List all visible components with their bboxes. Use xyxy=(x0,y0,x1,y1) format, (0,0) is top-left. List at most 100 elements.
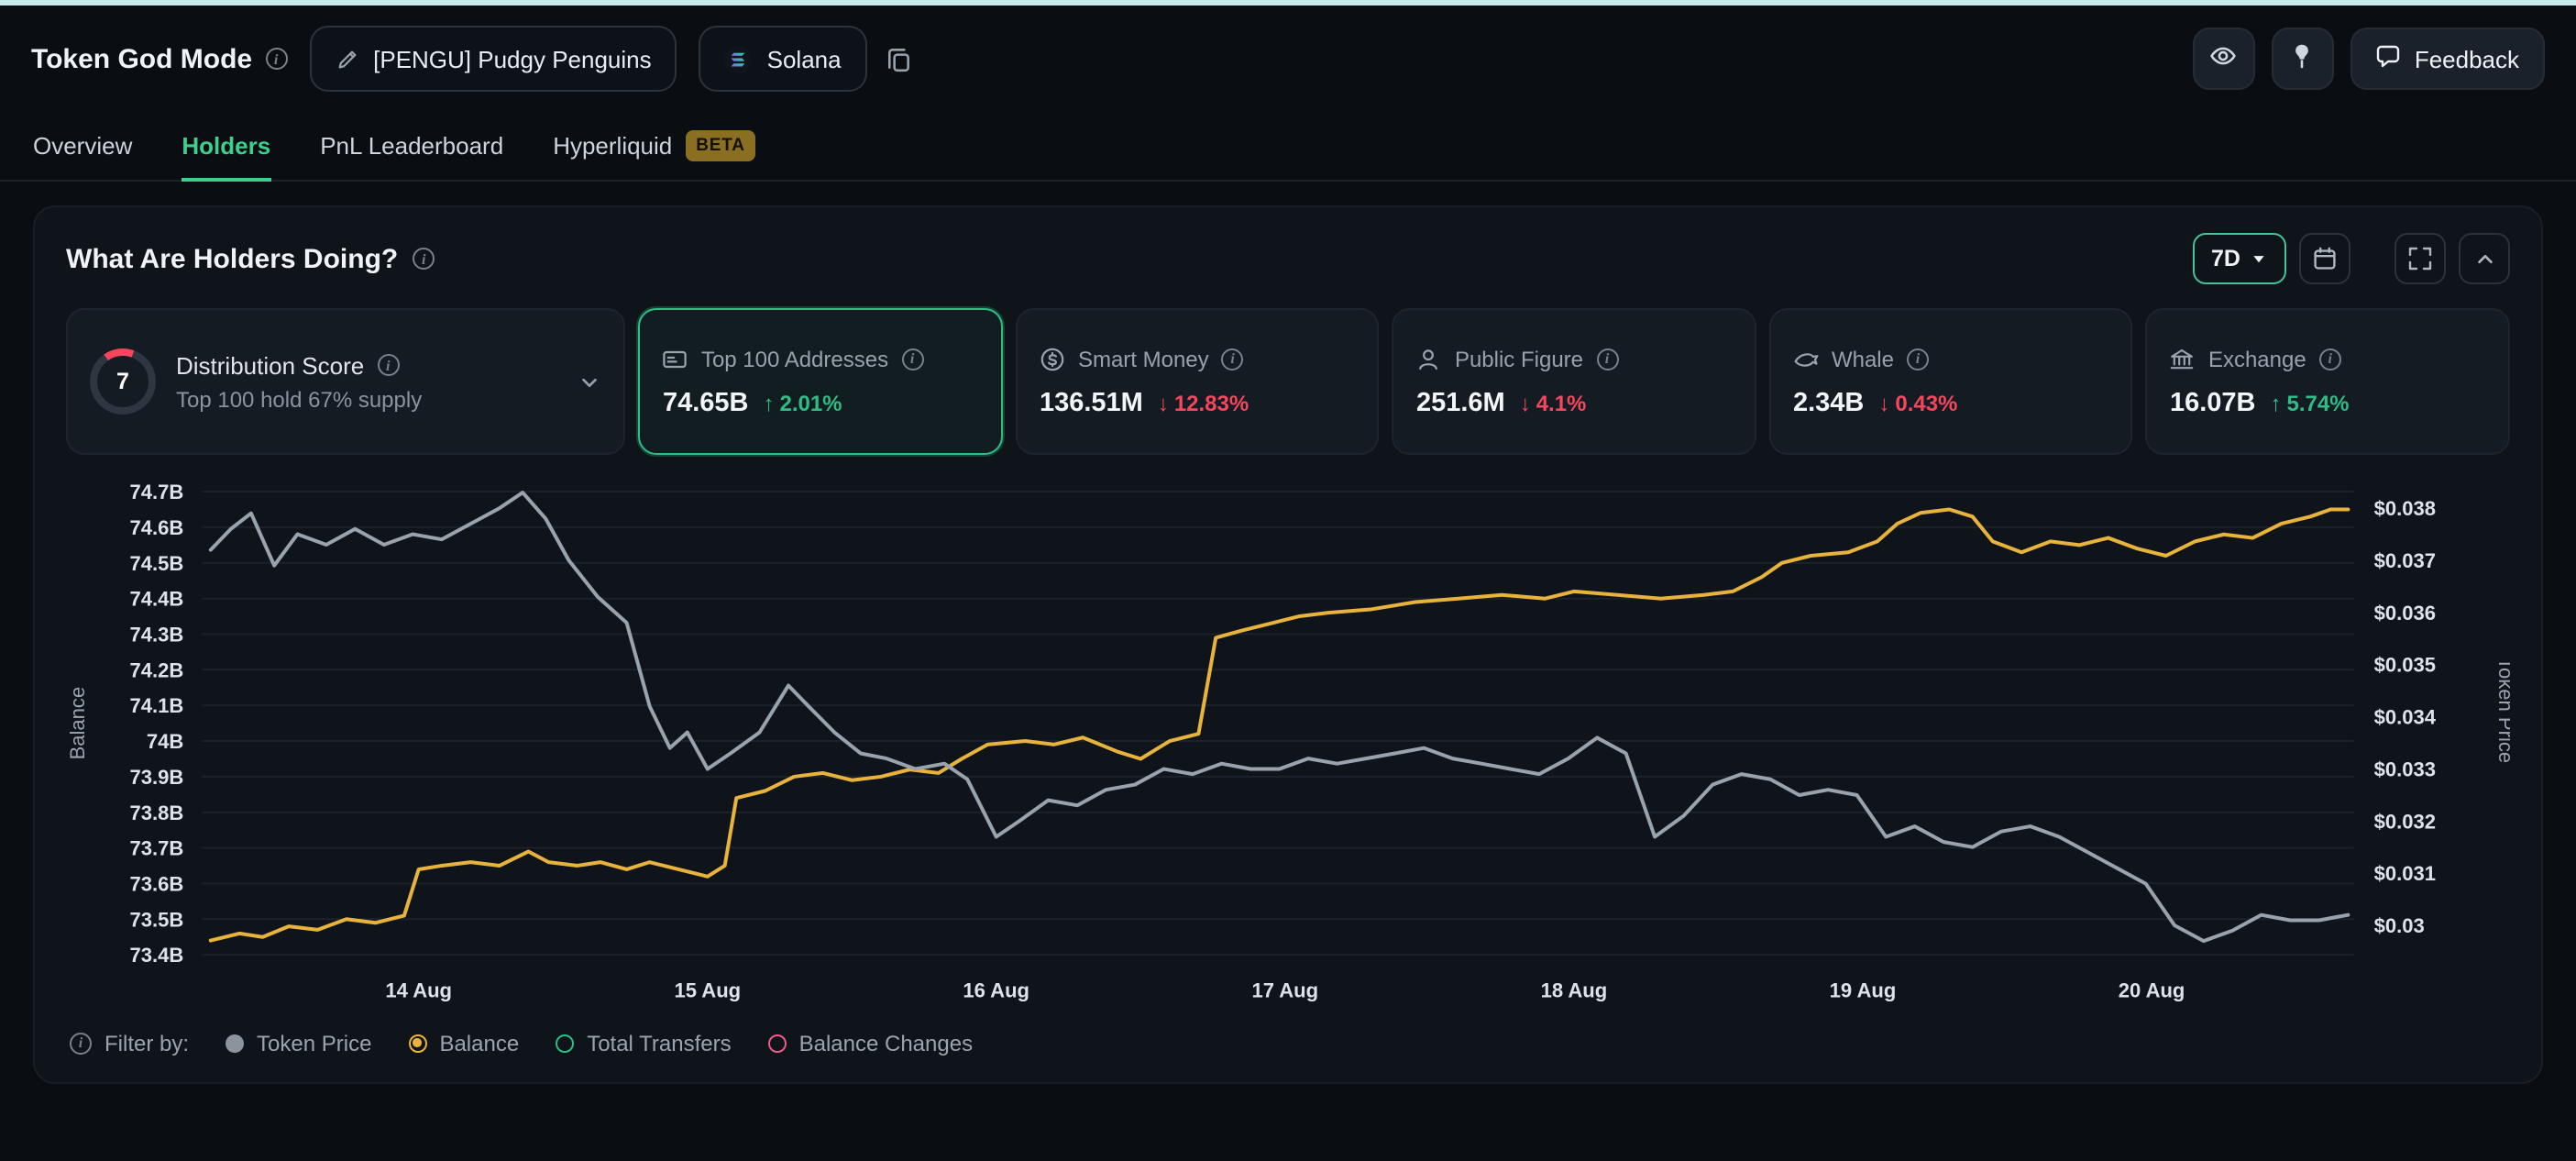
total-transfers-marker xyxy=(556,1034,574,1052)
info-icon[interactable] xyxy=(265,48,287,70)
copy-icon[interactable] xyxy=(886,45,913,72)
stat-value: 16.07B xyxy=(2170,388,2256,417)
svg-text:74.7B: 74.7B xyxy=(130,481,184,503)
stat-change: ↓4.1% xyxy=(1520,390,1587,415)
filter-option-label: Balance Changes xyxy=(799,1030,973,1056)
top-bar-actions: Feedback xyxy=(2193,28,2545,90)
svg-text:$0.032: $0.032 xyxy=(2374,810,2436,833)
time-range-dropdown[interactable]: 7D xyxy=(2193,233,2286,284)
svg-text:73.5B: 73.5B xyxy=(130,908,184,931)
filter-option-total-transfers[interactable]: Total Transfers xyxy=(556,1030,731,1056)
stat-card-whale[interactable]: Whale 2.34B ↓0.43% xyxy=(1769,308,2133,455)
svg-text:$0.034: $0.034 xyxy=(2374,706,2437,729)
info-icon[interactable] xyxy=(70,1032,92,1054)
app-root: Token God Mode [PENGU] Pudgy Penguins xyxy=(0,0,2576,1161)
filter-option-label: Token Price xyxy=(257,1030,371,1056)
caret-down-icon xyxy=(2250,249,2268,268)
stats-row: 7 Distribution Score Top 100 hold 67% su… xyxy=(66,308,2510,455)
svg-text:73.9B: 73.9B xyxy=(130,766,184,789)
calendar-icon xyxy=(2312,246,2338,271)
svg-text:$0.033: $0.033 xyxy=(2374,758,2436,781)
token-selector-button[interactable]: [PENGU] Pudgy Penguins xyxy=(309,26,677,92)
holders-chart[interactable]: 74.7B74.6B74.5B74.4B74.3B74.2B74.1B74B73… xyxy=(66,471,2510,1015)
stat-label: Public Figure xyxy=(1455,346,1583,371)
balance-changes-marker xyxy=(768,1034,787,1052)
info-icon[interactable] xyxy=(901,348,923,370)
distribution-score-subtitle: Top 100 hold 67% supply xyxy=(176,386,558,412)
pencil-icon xyxy=(335,47,358,71)
feedback-button[interactable]: Feedback xyxy=(2350,28,2545,90)
chat-bubble-icon xyxy=(2376,43,2402,74)
svg-text:74.6B: 74.6B xyxy=(130,516,184,539)
svg-text:19 Aug: 19 Aug xyxy=(1830,979,1897,1001)
svg-text:74.3B: 74.3B xyxy=(130,623,184,646)
svg-text:$0.03: $0.03 xyxy=(2374,914,2425,937)
svg-text:74B: 74B xyxy=(147,730,183,753)
info-icon[interactable] xyxy=(1907,348,1929,370)
svg-text:74.2B: 74.2B xyxy=(130,658,184,681)
collapse-panel-button[interactable] xyxy=(2459,233,2510,284)
tab-holders[interactable]: Holders xyxy=(182,112,270,180)
top-bar: Token God Mode [PENGU] Pudgy Penguins xyxy=(0,6,2576,112)
tab-label: Overview xyxy=(33,132,132,160)
fullscreen-icon xyxy=(2407,246,2433,271)
stat-card-public-figure[interactable]: Public Figure 251.6M ↓4.1% xyxy=(1393,308,1756,455)
chevron-down-icon[interactable] xyxy=(578,370,602,393)
token-selector-label: [PENGU] Pudgy Penguins xyxy=(373,45,652,72)
stat-card-exchange[interactable]: Exchange 16.07B ↑5.74% xyxy=(2146,308,2510,455)
tab-label: Holders xyxy=(182,132,270,160)
svg-text:18 Aug: 18 Aug xyxy=(1541,979,1608,1001)
stat-card-top-100-addresses[interactable]: Top 100 Addresses 74.65B ↑2.01% xyxy=(639,308,1003,455)
svg-text:$0.031: $0.031 xyxy=(2374,862,2436,885)
whale-icon xyxy=(1793,346,1819,371)
info-icon[interactable] xyxy=(377,354,399,376)
tab-pnl-leaderboard[interactable]: PnL Leaderboard xyxy=(320,112,503,180)
bank-icon xyxy=(2170,346,2196,371)
stat-label: Exchange xyxy=(2208,346,2306,371)
tab-overview[interactable]: Overview xyxy=(33,112,132,180)
stat-change: ↑5.74% xyxy=(2270,390,2349,415)
app-title: Token God Mode xyxy=(31,43,252,74)
svg-text:15 Aug: 15 Aug xyxy=(674,979,741,1001)
info-icon[interactable] xyxy=(413,248,435,270)
svg-text:$0.036: $0.036 xyxy=(2374,602,2436,625)
holders-chart-area: 74.7B74.6B74.5B74.4B74.3B74.2B74.1B74B73… xyxy=(66,471,2510,1015)
app-title-group: Token God Mode xyxy=(31,43,287,74)
stat-card-distribution-score[interactable]: 7 Distribution Score Top 100 hold 67% su… xyxy=(66,308,626,455)
svg-text:73.6B: 73.6B xyxy=(130,872,184,895)
stat-value: 74.65B xyxy=(663,388,749,417)
stat-label: Smart Money xyxy=(1078,346,1209,371)
beta-badge: BETA xyxy=(685,130,756,161)
distribution-score-gauge: 7 xyxy=(90,348,156,415)
pin-button[interactable] xyxy=(2272,28,2334,90)
svg-text:Token Price: Token Price xyxy=(2494,658,2510,763)
chain-selector-button[interactable]: Solana xyxy=(699,26,867,92)
filter-option-balance[interactable]: Balance xyxy=(408,1030,519,1056)
svg-text:$0.035: $0.035 xyxy=(2374,654,2436,677)
svg-text:$0.038: $0.038 xyxy=(2374,497,2436,520)
tab-hyperliquid[interactable]: Hyperliquid BETA xyxy=(553,112,756,180)
svg-text:Balance: Balance xyxy=(66,687,89,760)
info-icon[interactable] xyxy=(2319,348,2341,370)
info-icon[interactable] xyxy=(1222,348,1244,370)
svg-text:73.4B: 73.4B xyxy=(130,944,184,967)
solana-icon xyxy=(725,45,753,72)
stat-change: ↓12.83% xyxy=(1158,390,1249,415)
svg-text:74.5B: 74.5B xyxy=(130,552,184,575)
panel-title: What Are Holders Doing? xyxy=(66,243,398,274)
filter-option-token-price[interactable]: Token Price xyxy=(226,1030,371,1056)
info-icon[interactable] xyxy=(1596,348,1618,370)
distribution-score-label: Distribution Score xyxy=(176,351,364,379)
svg-text:74.4B: 74.4B xyxy=(130,588,184,611)
filter-option-balance-changes[interactable]: Balance Changes xyxy=(768,1030,973,1056)
tab-label: Hyperliquid xyxy=(553,132,672,160)
calendar-button[interactable] xyxy=(2299,233,2350,284)
watchlist-eye-button[interactable] xyxy=(2193,28,2255,90)
chain-selector-label: Solana xyxy=(767,45,842,72)
svg-text:16 Aug: 16 Aug xyxy=(963,979,1029,1001)
stat-card-smart-money[interactable]: Smart Money 136.51M ↓12.83% xyxy=(1016,308,1380,455)
fullscreen-button[interactable] xyxy=(2394,233,2446,284)
id-card-icon xyxy=(663,346,688,371)
stat-label: Whale xyxy=(1832,346,1894,371)
filter-row: Filter by: Token Price Balance Total Tra… xyxy=(66,1019,2510,1063)
